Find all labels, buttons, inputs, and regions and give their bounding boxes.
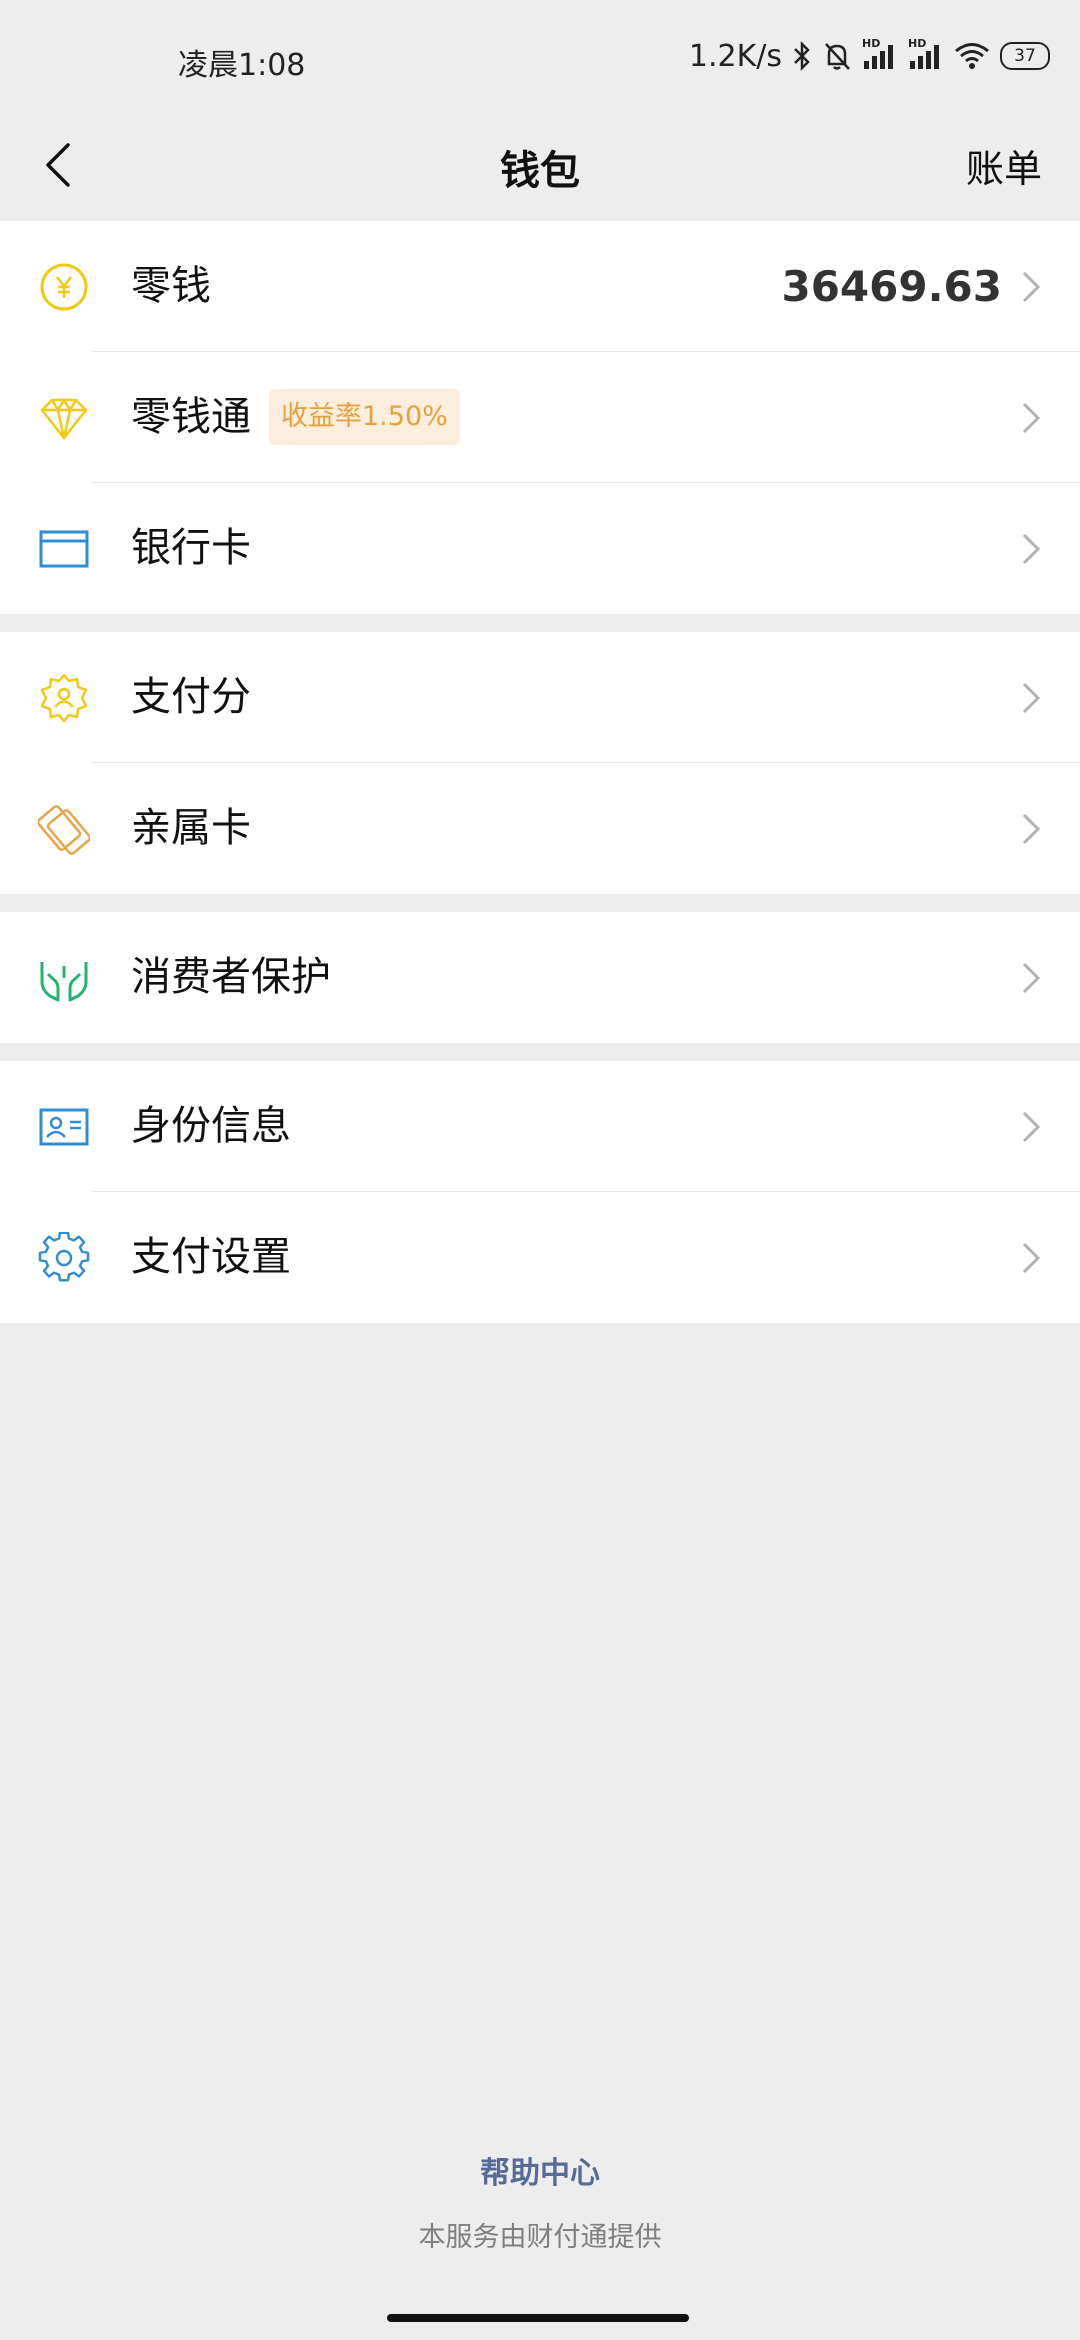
- bluetooth-icon: [792, 40, 812, 72]
- chevron-right-icon: [1022, 962, 1041, 994]
- status-time: 凌晨1:08: [178, 48, 306, 83]
- diamond-icon: [38, 392, 90, 444]
- item-label: 零钱: [131, 263, 211, 309]
- battery-icon: 37: [1000, 42, 1050, 70]
- nav-bar: 钱包 账单: [0, 110, 1080, 220]
- family-card-icon: [38, 803, 90, 855]
- list-item-identity[interactable]: 身份信息: [0, 1061, 1080, 1192]
- list-item-lingqiantong[interactable]: 零钱通 收益率1.50%: [0, 352, 1080, 483]
- list-item-family-card[interactable]: 亲属卡: [0, 763, 1080, 894]
- wallet-group-protection: 消费者保护: [0, 912, 1080, 1043]
- item-label: 身份信息: [131, 1103, 291, 1149]
- status-bar: 凌晨1:08 1.2K/s HD HD 37: [0, 0, 1080, 110]
- net-speed: 1.2K/s: [688, 38, 782, 74]
- wallet-group-funds: 零钱 36469.63 零钱通 收益率1.50% 银行卡: [0, 221, 1080, 614]
- list-item-pay-settings[interactable]: 支付设置: [0, 1192, 1080, 1323]
- chevron-right-icon: [1022, 271, 1041, 303]
- gear-icon: [38, 1232, 90, 1284]
- cell-signal-icon-2: HD: [908, 37, 944, 71]
- bill-button[interactable]: 账单: [966, 138, 1042, 193]
- item-label: 银行卡: [131, 525, 251, 571]
- item-label: 支付设置: [131, 1234, 291, 1280]
- wallet-group-settings: 身份信息 支付设置: [0, 1061, 1080, 1323]
- card-icon: [38, 523, 90, 575]
- wallet-group-pay: 支付分 亲属卡: [0, 632, 1080, 894]
- status-icons: 1.2K/s HD HD 37: [689, 36, 1050, 76]
- list-item-bank-card[interactable]: 银行卡: [0, 483, 1080, 614]
- home-indicator[interactable]: [387, 2314, 689, 2322]
- page-title: 钱包: [500, 148, 580, 194]
- chevron-right-icon: [1022, 1242, 1041, 1274]
- item-label: 零钱通: [131, 394, 251, 440]
- balance-value: 36469.63: [781, 262, 1002, 311]
- cell-signal-icon-1: HD: [862, 37, 898, 71]
- list-item-change[interactable]: 零钱 36469.63: [0, 221, 1080, 352]
- chevron-right-icon: [1022, 1111, 1041, 1143]
- wifi-icon: [954, 41, 990, 71]
- id-card-icon: [38, 1101, 90, 1153]
- chevron-right-icon: [1022, 533, 1041, 565]
- item-label: 支付分: [131, 674, 251, 720]
- chevron-right-icon: [1022, 402, 1041, 434]
- list-item-pay-score[interactable]: 支付分: [0, 632, 1080, 763]
- mute-bell-icon: [822, 40, 852, 72]
- yuan-icon: [38, 261, 90, 313]
- list-item-consumer-protection[interactable]: 消费者保护: [0, 912, 1080, 1043]
- chevron-right-icon: [1022, 813, 1041, 845]
- help-center-link[interactable]: 帮助中心: [0, 2148, 1080, 2192]
- item-label: 亲属卡: [131, 805, 251, 851]
- provider-note: 本服务由财付通提供: [418, 2222, 662, 2253]
- chevron-right-icon: [1022, 682, 1041, 714]
- item-label: 消费者保护: [131, 954, 331, 1000]
- badge-icon: [38, 672, 90, 724]
- hands-icon: [38, 952, 90, 1004]
- yield-badge: 收益率1.50%: [269, 389, 460, 445]
